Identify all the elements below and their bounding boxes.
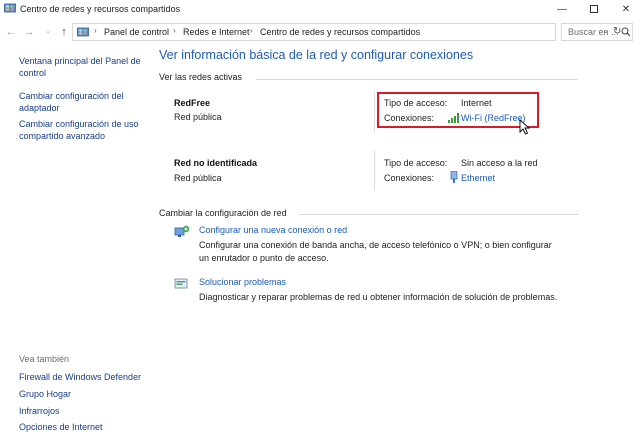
forward-arrow-icon[interactable]: → [23, 25, 35, 39]
troubleshoot-desc: Diagnosticar y reparar problemas de red … [199, 292, 558, 302]
vertical-divider [374, 150, 375, 190]
control-panel-icon [77, 27, 89, 37]
left-pane: Ventana principal del Panel de control C… [0, 44, 150, 444]
mouse-cursor-icon [519, 119, 531, 135]
vertical-divider [374, 92, 375, 132]
title-bar: Centro de redes y recursos compartidos —… [0, 0, 640, 18]
see-also-internet-options[interactable]: Opciones de Internet [19, 421, 103, 433]
network-name: RedFree [174, 98, 211, 108]
troubleshoot-link[interactable]: Solucionar problemas [199, 277, 286, 287]
close-button[interactable]: ✕ [612, 0, 640, 18]
sidebar-item-adapter-settings[interactable]: Cambiar configuración del adaptador [19, 90, 129, 114]
minimize-button[interactable]: — [548, 0, 576, 18]
search-placeholder: Buscar en ... [568, 27, 619, 37]
see-also-heading: Vea también [19, 354, 70, 364]
up-arrow-icon[interactable]: ↑ [58, 25, 70, 39]
breadcrumb-network-internet[interactable]: Redes e Internet [183, 27, 250, 37]
setup-new-connection-link[interactable]: Configurar una nueva conexión o red [199, 225, 347, 235]
ethernet-connection-link[interactable]: Ethernet [461, 173, 495, 183]
breadcrumb-control-panel[interactable]: Panel de control [104, 27, 169, 37]
maximize-icon [590, 5, 598, 13]
connections-label: Conexiones: [384, 173, 435, 183]
setup-new-connection-desc: Configurar una conexión de banda ancha, … [199, 240, 552, 263]
search-input[interactable]: Buscar en ... [561, 23, 633, 41]
network-type: Red pública [174, 112, 222, 122]
active-networks-heading: Ver las redes activas [159, 72, 243, 82]
see-also-homegroup[interactable]: Grupo Hogar [19, 388, 71, 400]
network-name: Red no identificada [174, 158, 258, 168]
access-type-label: Tipo de acceso: [384, 158, 448, 168]
sidebar-item-advanced-sharing[interactable]: Cambiar configuración de uso compartido … [19, 118, 149, 142]
highlight-box [377, 92, 539, 128]
access-type-value: Sin acceso a la red [461, 158, 538, 168]
new-connection-icon [174, 225, 190, 237]
change-settings-heading: Cambiar la configuración de red [159, 208, 287, 218]
troubleshoot-icon [174, 278, 188, 289]
back-arrow-icon[interactable]: ← [5, 25, 17, 39]
control-panel-icon [4, 3, 16, 13]
sidebar-item-control-panel-home[interactable]: Ventana principal del Panel de control [19, 55, 144, 79]
search-icon[interactable] [621, 27, 631, 37]
address-row: ← → ⌄ ↑ › Panel de control › Redes e Int… [0, 22, 640, 42]
see-also-infrared[interactable]: Infrarrojos [19, 405, 60, 417]
breadcrumb-chevron-icon: › [173, 26, 176, 35]
ethernet-icon [450, 171, 458, 183]
page-title: Ver información básica de la red y confi… [159, 48, 474, 62]
see-also-firewall[interactable]: Firewall de Windows Defender [19, 371, 141, 383]
breadcrumb-network-center[interactable]: Centro de redes y recursos compartidos [260, 27, 420, 37]
maximize-button[interactable] [580, 0, 608, 18]
recent-locations-button[interactable]: ⌄ [42, 25, 54, 39]
section-divider [256, 79, 578, 80]
section-divider [299, 214, 578, 215]
network-type: Red pública [174, 173, 222, 183]
breadcrumb-chevron-icon: › [250, 26, 253, 35]
window-title: Centro de redes y recursos compartidos [20, 4, 181, 14]
breadcrumb-chevron-icon: › [94, 26, 97, 35]
address-bar[interactable]: › Panel de control › Redes e Internet › … [72, 23, 621, 41]
